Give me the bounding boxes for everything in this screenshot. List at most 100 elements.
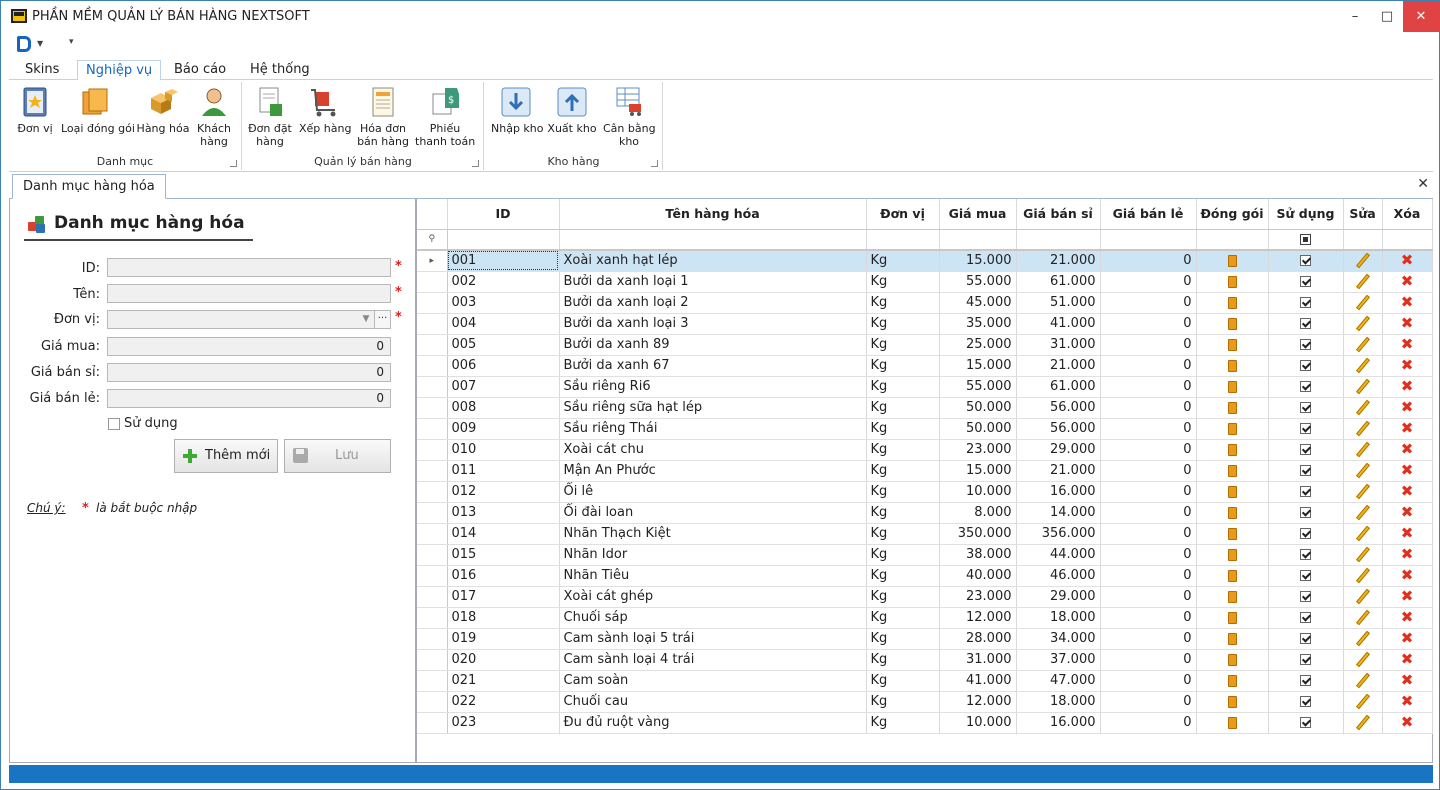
table-row[interactable]: 013 Ổi đài loan Kg 8.000 14.000 0 ✖ <box>417 502 1433 524</box>
office-logo-icon[interactable] <box>17 36 31 52</box>
filter-cell[interactable] <box>1196 229 1269 251</box>
column-header[interactable]: Tên hàng hóa <box>559 199 867 230</box>
delete-cell[interactable]: ✖ <box>1382 292 1433 314</box>
retail-price-cell[interactable]: 0 <box>1100 670 1197 692</box>
wholesale-price-cell[interactable]: 18.000 <box>1016 691 1101 713</box>
pencil-icon[interactable] <box>1355 483 1370 500</box>
table-row[interactable]: 022 Chuối cau Kg 12.000 18.000 0 ✖ <box>417 691 1433 713</box>
filter-cell[interactable] <box>1100 229 1197 251</box>
id-cell[interactable]: 005 <box>447 334 560 356</box>
pencil-icon[interactable] <box>1355 378 1370 395</box>
unit-cell[interactable]: Kg <box>866 481 940 503</box>
wholesale-price-cell[interactable]: 16.000 <box>1016 712 1101 734</box>
unit-cell[interactable]: Kg <box>866 628 940 650</box>
package-icon[interactable] <box>1227 611 1237 624</box>
retail-price-cell[interactable]: 0 <box>1100 628 1197 650</box>
packaging-cell[interactable] <box>1196 649 1269 671</box>
delete-cell[interactable]: ✖ <box>1382 418 1433 440</box>
wholesale-price-cell[interactable]: 31.000 <box>1016 334 1101 356</box>
delete-icon[interactable]: ✖ <box>1401 526 1414 541</box>
id-cell[interactable]: 004 <box>447 313 560 335</box>
filter-cell[interactable] <box>1343 229 1383 251</box>
retail-price-cell[interactable]: 0 <box>1100 334 1197 356</box>
purchase-price-cell[interactable]: 15.000 <box>939 355 1017 377</box>
retail-price-cell[interactable]: 0 <box>1100 397 1197 419</box>
name-cell[interactable]: Mận An Phước <box>559 460 867 482</box>
purchase-price-cell[interactable]: 8.000 <box>939 502 1017 524</box>
delete-icon[interactable]: ✖ <box>1401 253 1414 268</box>
id-cell[interactable]: 014 <box>447 523 560 545</box>
use-checkbox[interactable] <box>1300 696 1311 707</box>
packaging-cell[interactable] <box>1196 481 1269 503</box>
unit-cell[interactable]: Kg <box>866 355 940 377</box>
loai-dong-goi-button[interactable]: Loại đóng gói <box>61 86 135 135</box>
use-checkbox[interactable] <box>1300 633 1311 644</box>
unit-cell[interactable]: Kg <box>866 565 940 587</box>
delete-icon[interactable]: ✖ <box>1401 589 1414 604</box>
packaging-cell[interactable] <box>1196 502 1269 524</box>
table-row[interactable]: 015 Nhãn Idor Kg 38.000 44.000 0 ✖ <box>417 544 1433 566</box>
delete-icon[interactable]: ✖ <box>1401 694 1414 709</box>
wholesale-price-cell[interactable]: 14.000 <box>1016 502 1101 524</box>
use-cell[interactable] <box>1268 334 1344 356</box>
use-cell[interactable] <box>1268 460 1344 482</box>
table-row[interactable]: 014 Nhãn Thạch Kiệt Kg 350.000 356.000 0 ✖ <box>417 523 1433 545</box>
retail-price-cell[interactable]: 0 <box>1100 544 1197 566</box>
name-cell[interactable]: Bưởi da xanh 89 <box>559 334 867 356</box>
use-cell[interactable] <box>1268 439 1344 461</box>
id-cell[interactable]: 018 <box>447 607 560 629</box>
edit-cell[interactable] <box>1343 712 1383 734</box>
use-cell[interactable] <box>1268 292 1344 314</box>
name-cell[interactable]: Xoài cát chu <box>559 439 867 461</box>
ellipsis-button[interactable]: ··· <box>374 310 391 329</box>
delete-icon[interactable]: ✖ <box>1401 337 1414 352</box>
id-cell[interactable]: 023 <box>447 712 560 734</box>
unit-cell[interactable]: Kg <box>866 502 940 524</box>
table-row[interactable]: 005 Bưởi da xanh 89 Kg 25.000 31.000 0 ✖ <box>417 334 1433 356</box>
unit-cell[interactable]: Kg <box>866 334 940 356</box>
tab-nghiep-vu[interactable]: Nghiệp vụ <box>77 60 162 81</box>
use-checkbox[interactable] <box>1300 507 1311 518</box>
package-icon[interactable] <box>1227 296 1237 309</box>
use-cell[interactable] <box>1268 670 1344 692</box>
purchase-price-cell[interactable]: 41.000 <box>939 670 1017 692</box>
packaging-cell[interactable] <box>1196 544 1269 566</box>
packaging-cell[interactable] <box>1196 271 1269 293</box>
use-checkbox[interactable] <box>1300 444 1311 455</box>
column-header[interactable]: Đóng gói <box>1196 199 1269 230</box>
don-vi-button[interactable]: Đơn vị <box>13 86 57 135</box>
delete-cell[interactable]: ✖ <box>1382 586 1433 608</box>
edit-cell[interactable] <box>1343 628 1383 650</box>
use-checkbox[interactable] <box>1300 276 1311 287</box>
use-cell[interactable] <box>1268 481 1344 503</box>
delete-cell[interactable]: ✖ <box>1382 397 1433 419</box>
package-icon[interactable] <box>1227 674 1237 687</box>
use-checkbox[interactable] <box>1300 381 1311 392</box>
id-cell[interactable]: 007 <box>447 376 560 398</box>
retail-price-cell[interactable]: 0 <box>1100 607 1197 629</box>
id-cell[interactable]: 003 <box>447 292 560 314</box>
retail-price-cell[interactable]: 0 <box>1100 691 1197 713</box>
purchase-price-cell[interactable]: 55.000 <box>939 376 1017 398</box>
package-icon[interactable] <box>1227 653 1237 666</box>
package-icon[interactable] <box>1227 359 1237 372</box>
name-cell[interactable]: Bưởi da xanh 67 <box>559 355 867 377</box>
filter-checkbox[interactable] <box>1300 233 1311 245</box>
phieu-thanh-toan-button[interactable]: $ Phiếu thanh toán <box>415 86 475 148</box>
pencil-icon[interactable] <box>1355 357 1370 374</box>
use-cell[interactable] <box>1268 397 1344 419</box>
name-cell[interactable]: Nhãn Thạch Kiệt <box>559 523 867 545</box>
packaging-cell[interactable] <box>1196 292 1269 314</box>
delete-icon[interactable]: ✖ <box>1401 358 1414 373</box>
edit-cell[interactable] <box>1343 271 1383 293</box>
delete-cell[interactable]: ✖ <box>1382 544 1433 566</box>
unit-cell[interactable]: Kg <box>866 250 940 272</box>
package-icon[interactable] <box>1227 317 1237 330</box>
purchase-price-cell[interactable]: 350.000 <box>939 523 1017 545</box>
delete-icon[interactable]: ✖ <box>1401 295 1414 310</box>
purchase-price-cell[interactable]: 23.000 <box>939 439 1017 461</box>
wholesale-price-cell[interactable]: 29.000 <box>1016 439 1101 461</box>
purchase-price-cell[interactable]: 12.000 <box>939 607 1017 629</box>
can-bang-kho-button[interactable]: Cân bằng kho <box>603 86 656 148</box>
edit-cell[interactable] <box>1343 586 1383 608</box>
